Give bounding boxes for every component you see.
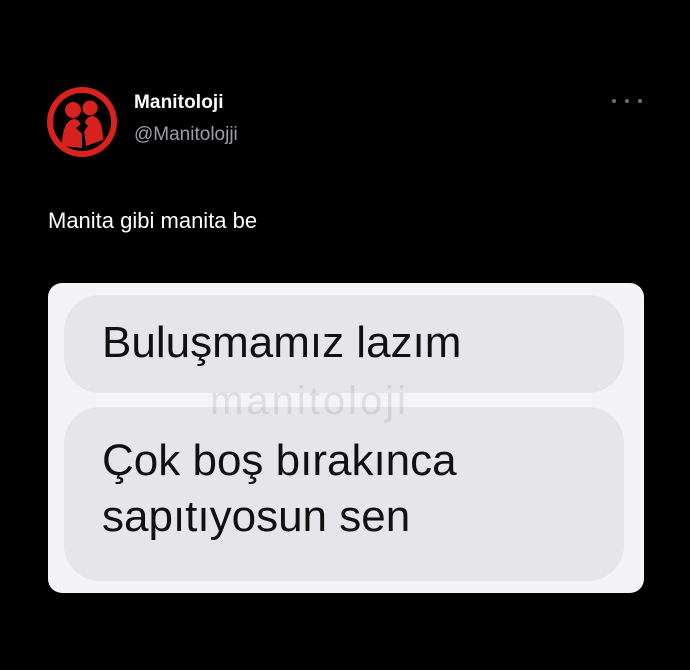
author-display-name[interactable]: Manitoloji: [134, 92, 224, 114]
couple-silhouette-icon: [47, 87, 117, 157]
dot: [612, 99, 616, 103]
tweet-media-image[interactable]: Buluşmamız lazım Çok boş bırakınca sapıt…: [48, 283, 644, 593]
message-bubble: Çok boş bırakınca sapıtıyosun sen: [64, 407, 624, 581]
author-avatar[interactable]: [46, 86, 118, 158]
more-options-icon[interactable]: [612, 92, 642, 110]
message-bubble: Buluşmamız lazım: [64, 295, 624, 393]
message-text: Çok boş bırakınca sapıtıyosun sen: [102, 436, 457, 541]
dot: [625, 99, 629, 103]
author-handle[interactable]: @Manitolojji: [134, 124, 238, 146]
tweet-card: Manitoloji @Manitolojji Manita gibi mani…: [0, 0, 690, 670]
tweet-text: Manita gibi manita be: [48, 208, 258, 233]
dot: [638, 99, 642, 103]
message-text: Buluşmamız lazım: [102, 318, 462, 367]
